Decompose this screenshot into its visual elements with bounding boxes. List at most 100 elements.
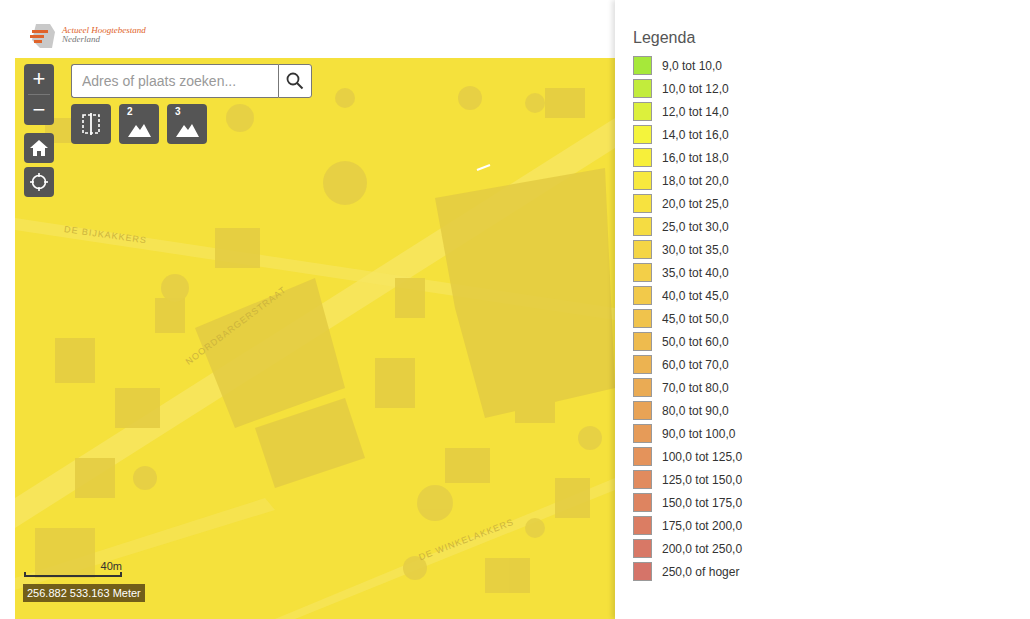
legend-list: 9,0 tot 10,0 10,0 tot 12,0 12,0 tot 14,0 14… [633,54,1020,583]
legend-item: 50,0 tot 60,0 [633,330,1020,353]
legend-item: 70,0 tot 80,0 [633,376,1020,399]
legend-label: 50,0 tot 60,0 [662,335,729,349]
legend-item: 14,0 tot 16,0 [633,123,1020,146]
legend-item: 25,0 tot 30,0 [633,215,1020,238]
legend-label: 175,0 tot 200,0 [662,519,742,533]
view-number: 2 [127,106,133,118]
scale-bar: 40m [24,560,124,577]
legend-item: 30,0 tot 35,0 [633,238,1020,261]
search-button[interactable] [278,64,312,98]
legend-label: 200,0 tot 250,0 [662,542,742,556]
legend-label: 100,0 tot 125,0 [662,450,742,464]
legend-item: 35,0 tot 40,0 [633,261,1020,284]
legend-item: 90,0 tot 100,0 [633,422,1020,445]
logo-text: Actueel Hoogtebestand Nederland [62,22,146,44]
legend-label: 80,0 tot 90,0 [662,404,729,418]
ahn-logo-icon [28,22,58,50]
zoom-out-button[interactable]: − [24,95,54,125]
legend-swatch [633,516,652,535]
legend-swatch [633,539,652,558]
legend-label: 9,0 tot 10,0 [662,59,722,73]
legend-item: 200,0 tot 250,0 [633,537,1020,560]
split-screen-icon [78,111,104,137]
legend-label: 150,0 tot 175,0 [662,496,742,510]
legend-swatch [633,309,652,328]
view-number: 3 [175,106,181,118]
legend-swatch [633,263,652,282]
legend-item: 10,0 tot 12,0 [633,77,1020,100]
legend-item: 40,0 tot 45,0 [633,284,1020,307]
header: Actueel Hoogtebestand Nederland [0,0,615,58]
app-window: Actueel Hoogtebestand Nederland [0,0,1030,619]
legend-swatch [633,286,652,305]
legend-item: 9,0 tot 10,0 [633,54,1020,77]
legend-item: 18,0 tot 20,0 [633,169,1020,192]
map-controls: + − [24,64,54,197]
legend-panel: Legenda 9,0 tot 10,010,0 tot 12,012,0 to… [615,0,1030,619]
zoom-control: + − [24,64,54,125]
legend-item: 125,0 tot 150,0 [633,468,1020,491]
home-button[interactable] [24,133,54,163]
legend-label: 40,0 tot 45,0 [662,289,729,303]
legend-item: 80,0 tot 90,0 [633,399,1020,422]
zoom-in-button[interactable]: + [24,64,54,94]
view-2-button[interactable]: 2 [119,104,159,144]
logo-subtitle: Nederland [62,35,146,44]
legend-swatch [633,194,652,213]
terrain-icon [174,115,200,141]
scale-label: 40m [24,560,124,572]
legend-item: 16,0 tot 18,0 [633,146,1020,169]
legend-label: 20,0 tot 25,0 [662,197,729,211]
legend-label: 16,0 tot 18,0 [662,151,729,165]
legend-label: 14,0 tot 16,0 [662,128,729,142]
locate-button[interactable] [24,167,54,197]
legend-item: 12,0 tot 14,0 [633,100,1020,123]
legend-label: 70,0 tot 80,0 [662,381,729,395]
map-pane: Actueel Hoogtebestand Nederland [0,0,615,619]
search-input[interactable] [71,64,278,98]
legend-swatch [633,378,652,397]
magnifier-icon [286,72,304,90]
legend-swatch [633,424,652,443]
legend-swatch [633,240,652,259]
legend-item: 250,0 of hoger [633,560,1020,583]
legend-swatch [633,148,652,167]
legend-swatch [633,562,652,581]
legend-item: 150,0 tot 175,0 [633,491,1020,514]
legend-label: 35,0 tot 40,0 [662,266,729,280]
legend-swatch [633,217,652,236]
legend-item: 100,0 tot 125,0 [633,445,1020,468]
legend-swatch [633,493,652,512]
legend-swatch [633,56,652,75]
coordinates: 256.882 533.163 Meter [23,584,145,602]
legend-swatch [633,470,652,489]
legend-swatch [633,125,652,144]
legend-item: 175,0 tot 200,0 [633,514,1020,537]
legend-label: 10,0 tot 12,0 [662,82,729,96]
view-3-button[interactable]: 3 [167,104,207,144]
terrain-icon [126,115,152,141]
legend-swatch [633,401,652,420]
locate-icon [29,172,49,192]
legend-swatch [633,355,652,374]
legend-label: 60,0 tot 70,0 [662,358,729,372]
legend-label: 250,0 of hoger [662,565,739,579]
legend-label: 30,0 tot 35,0 [662,243,729,257]
search-bar [71,64,312,98]
map[interactable]: DE BIJKAKKERSNOORDBARGERSTRAATDE WINKELA… [15,58,615,619]
legend-swatch [633,79,652,98]
legend-label: 45,0 tot 50,0 [662,312,729,326]
legend-item: 45,0 tot 50,0 [633,307,1020,330]
legend-item: 60,0 tot 70,0 [633,353,1020,376]
home-icon [29,138,49,158]
legend-label: 25,0 tot 30,0 [662,220,729,234]
legend-swatch [633,447,652,466]
legend-label: 125,0 tot 150,0 [662,473,742,487]
legend-label: 90,0 tot 100,0 [662,427,735,441]
legend-swatch [633,102,652,121]
legend-label: 18,0 tot 20,0 [662,174,729,188]
legend-swatch [633,171,652,190]
legend-swatch [633,332,652,351]
split-view-button[interactable] [71,104,111,144]
tool-bar: 23 [71,104,207,144]
